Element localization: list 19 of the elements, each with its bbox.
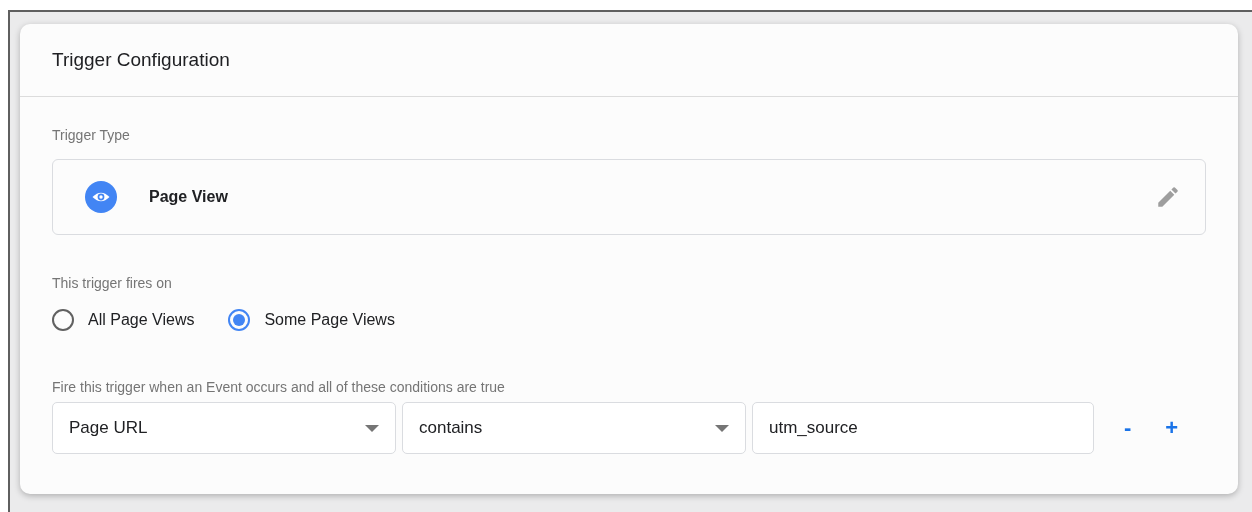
caret-icon xyxy=(365,424,379,432)
section-label: Fire this trigger when an Event occurs and all of these conditions are true xyxy=(52,379,505,395)
section-label: This trigger fires on xyxy=(52,275,172,291)
card-title: Trigger Configuration xyxy=(52,49,230,71)
caret-icon xyxy=(715,424,729,432)
value-field[interactable]: utm_source xyxy=(752,402,1094,454)
eye-icon xyxy=(85,181,117,213)
operator-dropdown[interactable]: contains xyxy=(402,402,746,454)
pencil-icon[interactable] xyxy=(1155,184,1181,210)
radio-option[interactable]: Some Page Views xyxy=(228,309,395,331)
trigger-type-card[interactable]: Page View xyxy=(52,159,1206,235)
trigger-type-name: Page View xyxy=(149,188,229,206)
remove-button[interactable]: - xyxy=(1116,413,1140,443)
radio-button[interactable] xyxy=(228,309,251,331)
add-button[interactable]: + xyxy=(1157,413,1187,443)
variable-dropdown[interactable]: Page URL xyxy=(52,402,396,454)
radio-option[interactable]: All Page Views xyxy=(52,309,195,331)
section-label: Trigger Type xyxy=(52,127,130,143)
radio-button[interactable] xyxy=(52,309,74,331)
